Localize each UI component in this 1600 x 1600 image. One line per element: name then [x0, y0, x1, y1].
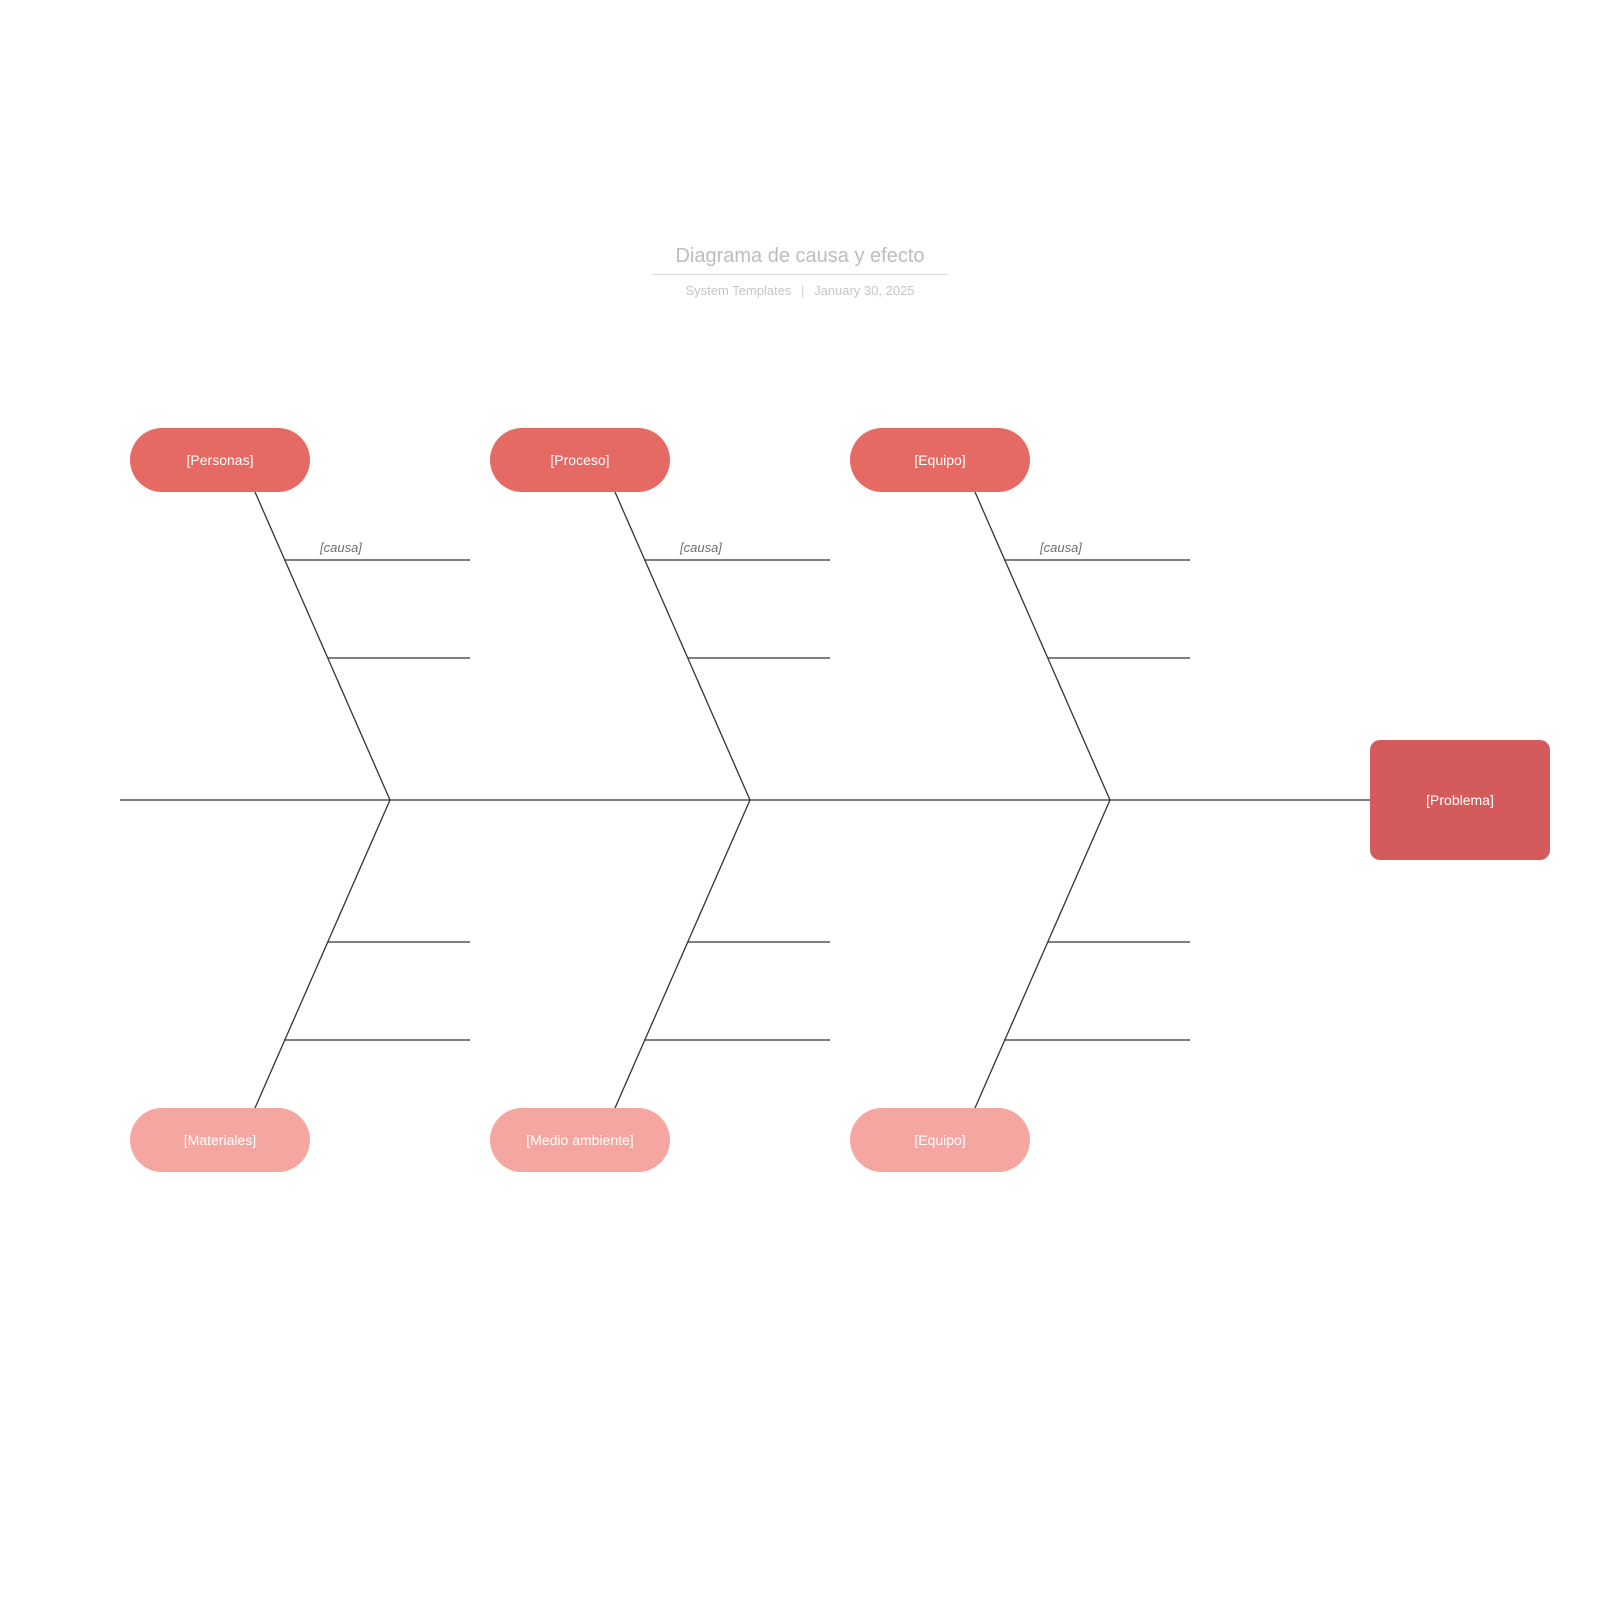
fishbone-lines	[0, 0, 1600, 1600]
category-proceso[interactable]: [Proceso]	[490, 428, 670, 492]
category-personas[interactable]: [Personas]	[130, 428, 310, 492]
diagram-canvas: Diagrama de causa y efecto System Templa…	[0, 0, 1600, 1600]
category-label: [Personas]	[187, 452, 254, 468]
category-label: [Proceso]	[550, 452, 609, 468]
cause-label-1: [causa]	[320, 540, 362, 555]
problem-label: [Problema]	[1426, 792, 1494, 808]
category-materiales[interactable]: [Materiales]	[130, 1108, 310, 1172]
cause-label-3: [causa]	[1040, 540, 1082, 555]
category-label: [Medio ambiente]	[526, 1132, 633, 1148]
category-label: [Equipo]	[914, 1132, 965, 1148]
category-equipo-top[interactable]: [Equipo]	[850, 428, 1030, 492]
category-label: [Equipo]	[914, 452, 965, 468]
category-equipo-bottom[interactable]: [Equipo]	[850, 1108, 1030, 1172]
category-label: [Materiales]	[184, 1132, 256, 1148]
problem-box[interactable]: [Problema]	[1370, 740, 1550, 860]
cause-label-2: [causa]	[680, 540, 722, 555]
category-medio-ambiente[interactable]: [Medio ambiente]	[490, 1108, 670, 1172]
